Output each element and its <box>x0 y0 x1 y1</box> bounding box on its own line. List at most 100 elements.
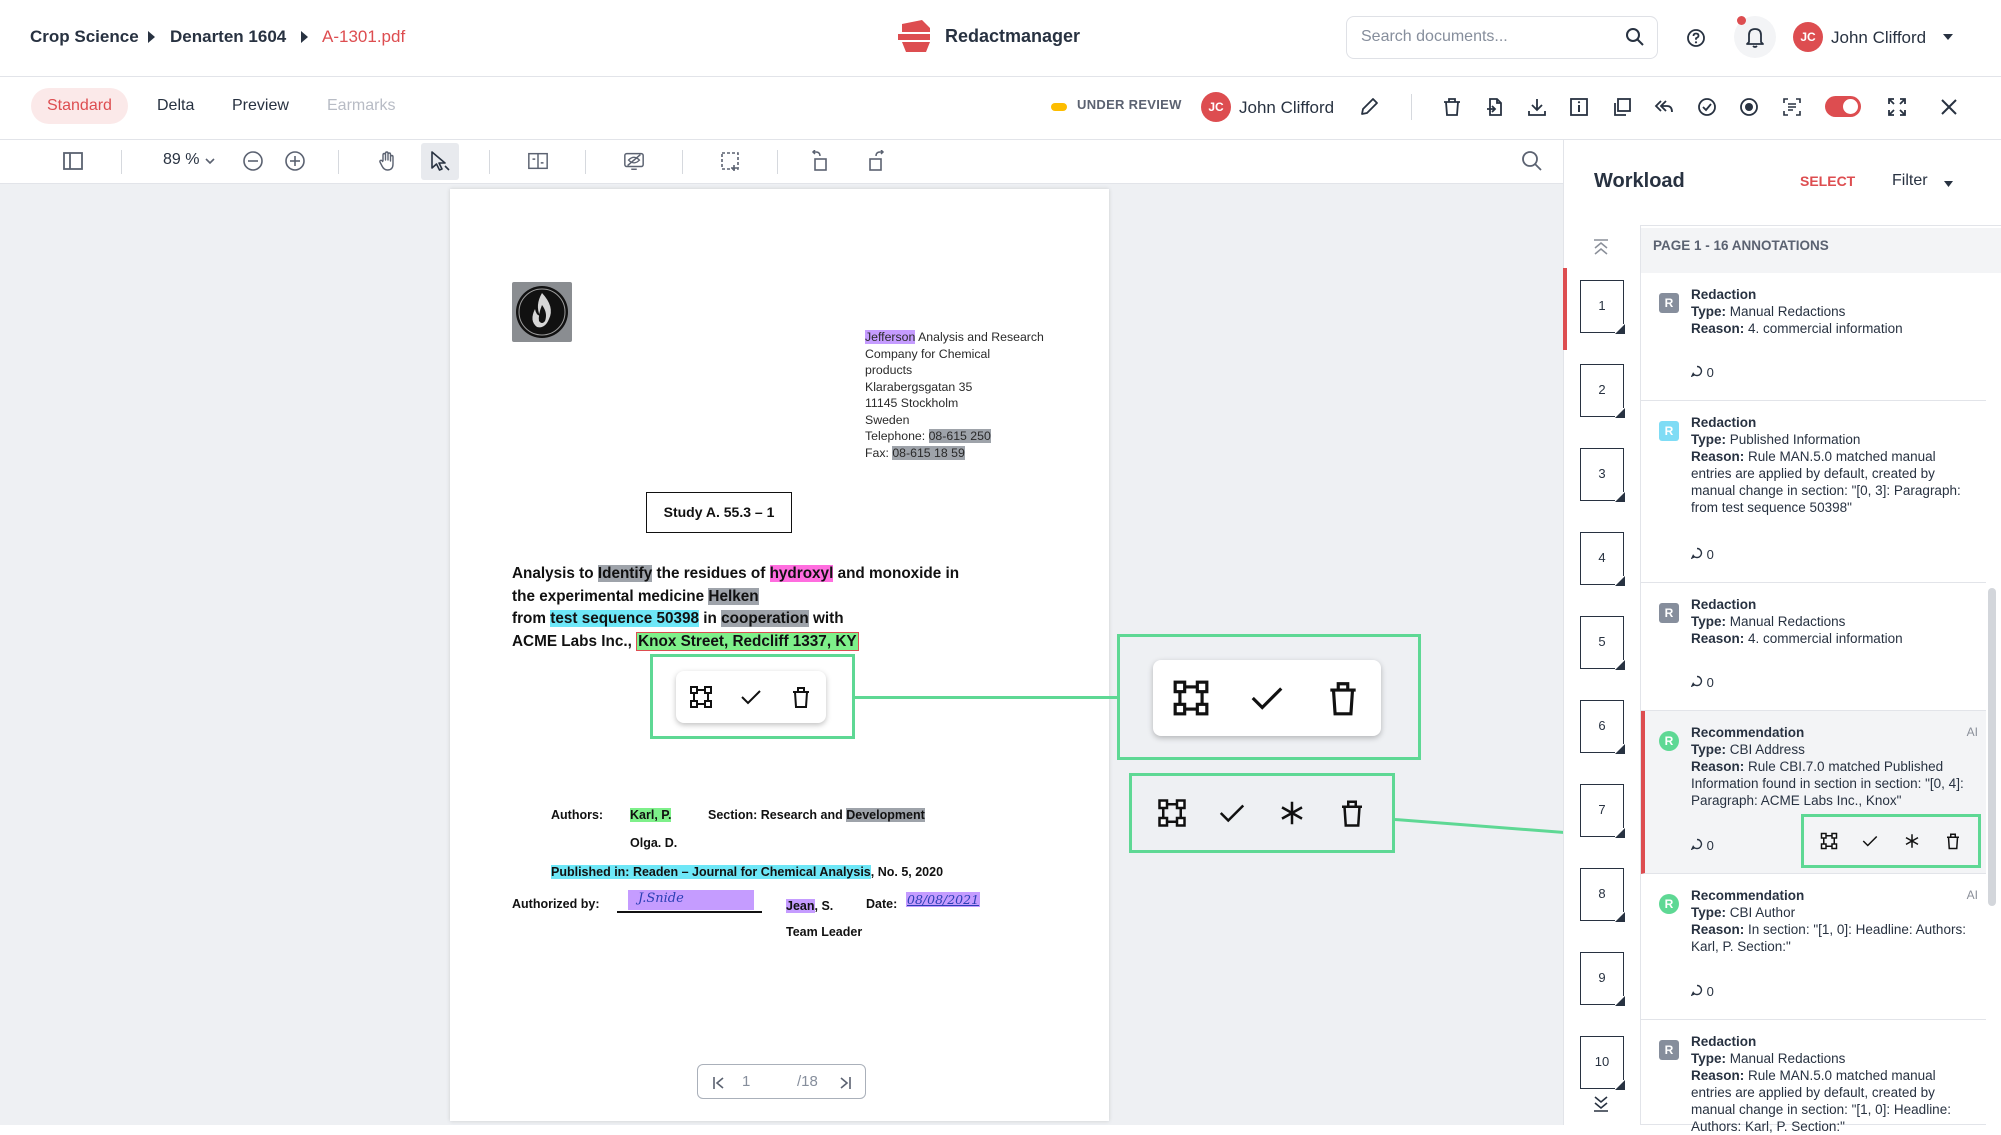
trash-icon[interactable] <box>1324 679 1362 717</box>
approve-button[interactable] <box>1692 92 1722 122</box>
annotation-card[interactable]: R Redaction Type: Published Information Rea… <box>1641 401 1986 583</box>
redaction-date[interactable]: 08/08/2021 <box>906 892 981 907</box>
comments-count[interactable]: 0 <box>1690 675 1714 690</box>
fullscreen-button[interactable] <box>1882 92 1912 122</box>
rotate-right-button[interactable] <box>860 146 890 176</box>
asterisk-icon[interactable] <box>1277 798 1307 828</box>
chevron-down-icon[interactable] <box>1943 34 1953 40</box>
tab-standard[interactable]: Standard <box>31 88 128 124</box>
resize-icon[interactable] <box>1157 798 1187 828</box>
assignee-name[interactable]: John Clifford <box>1239 98 1334 118</box>
page-thumbnail[interactable]: 9 <box>1580 952 1625 1006</box>
trash-icon[interactable] <box>1337 798 1367 828</box>
zoom-level[interactable]: 89 % <box>163 151 199 169</box>
delete-document-button[interactable] <box>1437 92 1467 122</box>
redaction-test-sequence[interactable]: test sequence 50398 <box>550 610 700 628</box>
redaction-fax[interactable]: 08-615 18 59 <box>892 445 965 460</box>
hide-redactions-button[interactable] <box>619 146 649 176</box>
filter-chevron-down-icon[interactable] <box>1944 181 1953 187</box>
ocr-button[interactable] <box>1777 92 1807 122</box>
toggle-sidebar-button[interactable] <box>58 146 88 176</box>
help-button[interactable] <box>1675 17 1717 59</box>
redaction-jean[interactable]: Jean <box>786 899 815 913</box>
trash-icon[interactable] <box>1944 832 1962 850</box>
annotation-card[interactable]: R Recommendation Type: CBI Author Reason: I… <box>1641 874 1986 1020</box>
asterisk-icon[interactable] <box>1903 832 1921 850</box>
record-button[interactable] <box>1734 92 1764 122</box>
redaction-identify[interactable]: Identify <box>597 565 653 582</box>
workload-select-button[interactable]: SELECT <box>1800 173 1855 189</box>
redaction-signature[interactable]: J.Snide <box>628 890 754 910</box>
resize-icon[interactable] <box>1820 832 1838 850</box>
breadcrumb-item-crop-science[interactable]: Crop Science <box>30 27 139 47</box>
redaction-preview-toggle[interactable] <box>1825 96 1861 117</box>
document-search-button[interactable] <box>1517 146 1547 176</box>
user-avatar[interactable]: JC <box>1793 22 1823 52</box>
redaction-company-name[interactable]: Jefferson <box>865 330 916 344</box>
page-thumbnail[interactable]: 5 <box>1580 616 1625 670</box>
current-page-input[interactable]: 1 <box>742 1073 750 1090</box>
zoom-out-button[interactable] <box>238 146 268 176</box>
copy-icon <box>1614 98 1631 116</box>
scroll-top-icon[interactable] <box>1591 238 1611 256</box>
close-button[interactable] <box>1934 92 1964 122</box>
page-thumbnail[interactable]: 6 <box>1580 700 1625 754</box>
user-name[interactable]: John Clifford <box>1831 28 1926 48</box>
document-info-button[interactable] <box>1564 92 1594 122</box>
rotate-left-button[interactable] <box>806 146 836 176</box>
search-input[interactable] <box>1361 28 1611 46</box>
page-thumbnail[interactable]: 7 <box>1580 784 1625 838</box>
redaction-development[interactable]: Development <box>846 808 925 822</box>
redaction-telephone[interactable]: 08-615 250 <box>928 429 991 443</box>
comments-count[interactable]: 0 <box>1690 984 1714 999</box>
check-icon[interactable] <box>1248 679 1286 717</box>
notifications-button[interactable] <box>1734 16 1776 58</box>
page-thumbnail[interactable]: 3 <box>1580 448 1625 502</box>
assignee-avatar[interactable]: JC <box>1201 92 1231 122</box>
tab-preview[interactable]: Preview <box>216 88 305 124</box>
zoom-chevron-down-icon[interactable] <box>205 158 215 165</box>
page-thumbnail[interactable]: 8 <box>1580 868 1625 922</box>
import-button[interactable] <box>1480 92 1510 122</box>
scroll-bottom-icon[interactable] <box>1591 1095 1611 1113</box>
resize-icon[interactable] <box>1172 679 1210 717</box>
comments-count[interactable]: 0 <box>1690 838 1714 853</box>
search-icon[interactable] <box>1625 27 1645 47</box>
redaction-helken[interactable]: Helken <box>708 587 759 605</box>
breadcrumb-item-file[interactable]: A-1301.pdf <box>322 27 405 47</box>
page-thumbnail[interactable]: 2 <box>1580 364 1625 418</box>
resize-icon[interactable] <box>689 685 713 709</box>
page-thumbnail[interactable]: 4 <box>1580 532 1625 586</box>
annotation-card[interactable]: R Redaction Type: Manual Redactions Reason:… <box>1641 583 1986 711</box>
recommendation-cbi-address[interactable]: Knox Street, Redcliff 1337, KY <box>636 631 859 651</box>
workload-scrollbar[interactable] <box>1988 588 1996 906</box>
redaction-published-in[interactable]: Published in: Readen – Journal for Chemi… <box>551 865 871 879</box>
compare-button[interactable] <box>1607 92 1637 122</box>
compare-pages-button[interactable] <box>523 146 553 176</box>
redaction-cooperation[interactable]: cooperation <box>721 610 809 628</box>
check-icon[interactable] <box>1217 798 1247 828</box>
check-icon[interactable] <box>739 685 763 709</box>
annotation-card[interactable]: R Redaction Type: Manual Redactions Reason:… <box>1641 1020 1986 1134</box>
tab-delta[interactable]: Delta <box>141 88 210 124</box>
rectangle-select-button[interactable] <box>715 146 745 176</box>
recommendation-cbi-author[interactable]: Karl, P. <box>630 808 672 822</box>
workload-filter-button[interactable]: Filter <box>1892 172 1928 190</box>
check-icon[interactable] <box>1861 832 1879 850</box>
undo-all-button[interactable] <box>1649 92 1679 122</box>
first-page-icon[interactable] <box>712 1076 726 1090</box>
download-button[interactable] <box>1522 92 1552 122</box>
comments-count[interactable]: 0 <box>1690 365 1714 380</box>
edit-assignee-button[interactable] <box>1354 92 1384 122</box>
comments-count[interactable]: 0 <box>1690 547 1714 562</box>
last-page-icon[interactable] <box>838 1076 852 1090</box>
annotation-card[interactable]: R Redaction Type: Manual Redactions Reason:… <box>1641 273 1986 401</box>
zoom-in-button[interactable] <box>280 146 310 176</box>
pan-tool-button[interactable] <box>372 146 402 176</box>
breadcrumb-item-dossier[interactable]: Denarten 1604 <box>170 27 286 47</box>
trash-icon[interactable] <box>789 685 813 709</box>
select-tool-button[interactable] <box>421 143 459 180</box>
page-thumbnail[interactable]: 10 <box>1580 1036 1625 1090</box>
redaction-hydroxyl[interactable]: hydroxyl <box>769 565 834 582</box>
page-thumbnail[interactable]: 1 <box>1580 280 1625 334</box>
